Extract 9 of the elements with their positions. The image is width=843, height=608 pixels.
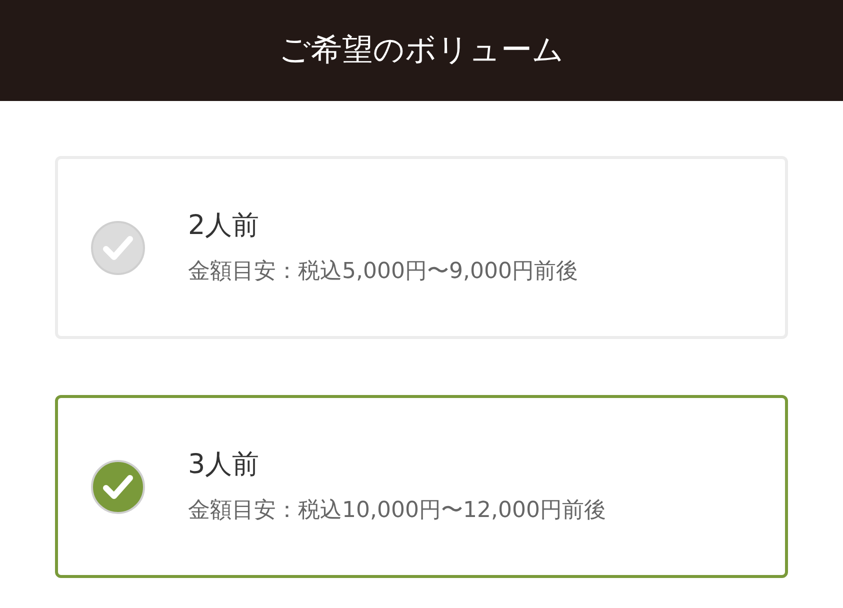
- volume-option[interactable]: 2人前 金額目安：税込5,000円〜9,000円前後: [55, 156, 788, 339]
- page-title: ご希望のボリューム: [279, 35, 564, 66]
- volume-option[interactable]: 3人前 金額目安：税込10,000円〜12,000円前後: [55, 395, 788, 578]
- price-estimate: 金額目安：税込5,000円〜9,000円前後: [188, 261, 578, 283]
- price-estimate: 金額目安：税込10,000円〜12,000円前後: [188, 500, 606, 522]
- option-label: 2人前: [188, 212, 260, 239]
- check-icon: [90, 458, 146, 514]
- check-icon: [90, 220, 146, 276]
- option-label: 3人前: [188, 451, 260, 478]
